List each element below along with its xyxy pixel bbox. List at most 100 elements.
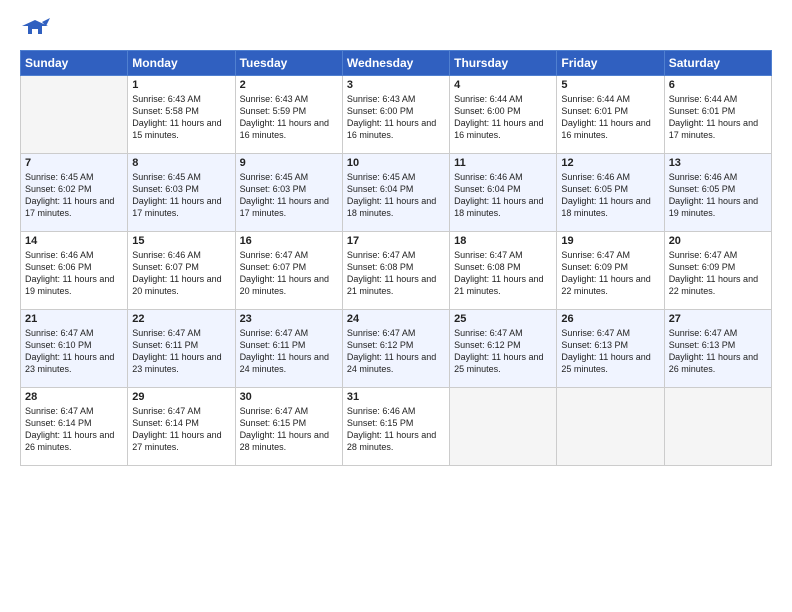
calendar-cell: 14 Sunrise: 6:46 AMSunset: 6:06 PMDayligh… <box>21 232 128 310</box>
calendar-cell: 31 Sunrise: 6:46 AMSunset: 6:15 PMDayligh… <box>342 388 449 466</box>
week-row-3: 14 Sunrise: 6:46 AMSunset: 6:06 PMDayligh… <box>21 232 772 310</box>
calendar-cell: 23Sunrise: 6:47 AMSunset: 6:11 PMDayligh… <box>235 310 342 388</box>
calendar-cell: 25 Sunrise: 6:47 AMSunset: 6:12 PMDayligh… <box>450 310 557 388</box>
calendar-cell: 15Sunrise: 6:46 AMSunset: 6:07 PMDayligh… <box>128 232 235 310</box>
cell-info: Sunrise: 6:44 AMSunset: 6:01 PMDaylight:… <box>561 94 650 140</box>
day-number: 2 <box>240 79 338 91</box>
calendar-cell: 9Sunrise: 6:45 AMSunset: 6:03 PMDaylight… <box>235 154 342 232</box>
cell-info: Sunrise: 6:45 AMSunset: 6:04 PMDaylight:… <box>347 172 436 218</box>
calendar-cell: 28Sunrise: 6:47 AMSunset: 6:14 PMDayligh… <box>21 388 128 466</box>
day-number: 14 <box>25 235 123 247</box>
cell-info: Sunrise: 6:46 AMSunset: 6:06 PMDaylight:… <box>25 250 114 296</box>
calendar-cell: 2 Sunrise: 6:43 AMSunset: 5:59 PMDaylight… <box>235 76 342 154</box>
header-cell-monday: Monday <box>128 51 235 76</box>
day-number: 4 <box>454 79 552 91</box>
calendar-cell: 18Sunrise: 6:47 AMSunset: 6:08 PMDayligh… <box>450 232 557 310</box>
cell-info: Sunrise: 6:45 AMSunset: 6:02 PMDaylight:… <box>25 172 114 218</box>
calendar-cell: 4 Sunrise: 6:44 AMSunset: 6:00 PMDaylight… <box>450 76 557 154</box>
calendar-cell <box>664 388 771 466</box>
day-number: 22 <box>132 313 230 325</box>
day-number: 30 <box>240 391 338 403</box>
calendar-cell: 12 Sunrise: 6:46 AMSunset: 6:05 PMDayligh… <box>557 154 664 232</box>
cell-info: Sunrise: 6:47 AMSunset: 6:13 PMDaylight:… <box>561 328 650 374</box>
day-number: 12 <box>561 157 659 169</box>
calendar-cell: 10 Sunrise: 6:45 AMSunset: 6:04 PMDayligh… <box>342 154 449 232</box>
day-number: 31 <box>347 391 445 403</box>
calendar-cell: 29 Sunrise: 6:47 AMSunset: 6:14 PMDayligh… <box>128 388 235 466</box>
cell-info: Sunrise: 6:47 AMSunset: 6:15 PMDaylight:… <box>240 406 329 452</box>
cell-info: Sunrise: 6:47 AMSunset: 6:10 PMDaylight:… <box>25 328 114 374</box>
day-number: 24 <box>347 313 445 325</box>
cell-info: Sunrise: 6:47 AMSunset: 6:09 PMDaylight:… <box>561 250 650 296</box>
header-cell-friday: Friday <box>557 51 664 76</box>
day-number: 16 <box>240 235 338 247</box>
logo-icon <box>20 16 50 40</box>
calendar-cell <box>557 388 664 466</box>
day-number: 17 <box>347 235 445 247</box>
week-row-4: 21 Sunrise: 6:47 AMSunset: 6:10 PMDayligh… <box>21 310 772 388</box>
day-number: 29 <box>132 391 230 403</box>
header-cell-wednesday: Wednesday <box>342 51 449 76</box>
calendar-cell: 5 Sunrise: 6:44 AMSunset: 6:01 PMDaylight… <box>557 76 664 154</box>
cell-info: Sunrise: 6:47 AMSunset: 6:13 PMDaylight:… <box>669 328 758 374</box>
day-number: 20 <box>669 235 767 247</box>
calendar-cell: 6Sunrise: 6:44 AMSunset: 6:01 PMDaylight… <box>664 76 771 154</box>
calendar-cell: 24 Sunrise: 6:47 AMSunset: 6:12 PMDayligh… <box>342 310 449 388</box>
logo <box>20 16 54 40</box>
calendar-cell: 8 Sunrise: 6:45 AMSunset: 6:03 PMDaylight… <box>128 154 235 232</box>
week-row-1: 1Sunrise: 6:43 AMSunset: 5:58 PMDaylight… <box>21 76 772 154</box>
cell-info: Sunrise: 6:47 AMSunset: 6:12 PMDaylight:… <box>347 328 436 374</box>
cell-info: Sunrise: 6:46 AMSunset: 6:15 PMDaylight:… <box>347 406 436 452</box>
cell-info: Sunrise: 6:47 AMSunset: 6:08 PMDaylight:… <box>454 250 543 296</box>
calendar-cell <box>21 76 128 154</box>
cell-info: Sunrise: 6:47 AMSunset: 6:14 PMDaylight:… <box>25 406 114 452</box>
day-number: 11 <box>454 157 552 169</box>
cell-info: Sunrise: 6:47 AMSunset: 6:11 PMDaylight:… <box>132 328 221 374</box>
calendar-cell <box>450 388 557 466</box>
cell-info: Sunrise: 6:43 AMSunset: 6:00 PMDaylight:… <box>347 94 436 140</box>
day-number: 1 <box>132 79 230 91</box>
day-number: 8 <box>132 157 230 169</box>
header-cell-saturday: Saturday <box>664 51 771 76</box>
day-number: 23 <box>240 313 338 325</box>
cell-info: Sunrise: 6:47 AMSunset: 6:09 PMDaylight:… <box>669 250 758 296</box>
day-number: 21 <box>25 313 123 325</box>
cell-info: Sunrise: 6:46 AMSunset: 6:05 PMDaylight:… <box>669 172 758 218</box>
week-row-5: 28Sunrise: 6:47 AMSunset: 6:14 PMDayligh… <box>21 388 772 466</box>
calendar-cell: 1Sunrise: 6:43 AMSunset: 5:58 PMDaylight… <box>128 76 235 154</box>
cell-info: Sunrise: 6:44 AMSunset: 6:00 PMDaylight:… <box>454 94 543 140</box>
day-number: 5 <box>561 79 659 91</box>
cell-info: Sunrise: 6:47 AMSunset: 6:08 PMDaylight:… <box>347 250 436 296</box>
day-number: 10 <box>347 157 445 169</box>
page: SundayMondayTuesdayWednesdayThursdayFrid… <box>0 0 792 612</box>
header <box>20 16 772 40</box>
calendar-cell: 11 Sunrise: 6:46 AMSunset: 6:04 PMDayligh… <box>450 154 557 232</box>
cell-info: Sunrise: 6:45 AMSunset: 6:03 PMDaylight:… <box>132 172 221 218</box>
header-cell-thursday: Thursday <box>450 51 557 76</box>
day-number: 25 <box>454 313 552 325</box>
day-number: 9 <box>240 157 338 169</box>
day-number: 26 <box>561 313 659 325</box>
day-number: 15 <box>132 235 230 247</box>
calendar-cell: 19Sunrise: 6:47 AMSunset: 6:09 PMDayligh… <box>557 232 664 310</box>
header-cell-tuesday: Tuesday <box>235 51 342 76</box>
cell-info: Sunrise: 6:47 AMSunset: 6:14 PMDaylight:… <box>132 406 221 452</box>
cell-info: Sunrise: 6:46 AMSunset: 6:05 PMDaylight:… <box>561 172 650 218</box>
cell-info: Sunrise: 6:47 AMSunset: 6:07 PMDaylight:… <box>240 250 329 296</box>
cell-info: Sunrise: 6:46 AMSunset: 6:04 PMDaylight:… <box>454 172 543 218</box>
day-number: 7 <box>25 157 123 169</box>
cell-info: Sunrise: 6:44 AMSunset: 6:01 PMDaylight:… <box>669 94 758 140</box>
calendar-cell: 20 Sunrise: 6:47 AMSunset: 6:09 PMDayligh… <box>664 232 771 310</box>
calendar-cell: 21 Sunrise: 6:47 AMSunset: 6:10 PMDayligh… <box>21 310 128 388</box>
week-row-2: 7 Sunrise: 6:45 AMSunset: 6:02 PMDaylight… <box>21 154 772 232</box>
cell-info: Sunrise: 6:43 AMSunset: 5:59 PMDaylight:… <box>240 94 329 140</box>
day-number: 13 <box>669 157 767 169</box>
day-number: 27 <box>669 313 767 325</box>
calendar-cell: 17 Sunrise: 6:47 AMSunset: 6:08 PMDayligh… <box>342 232 449 310</box>
calendar-cell: 26 Sunrise: 6:47 AMSunset: 6:13 PMDayligh… <box>557 310 664 388</box>
day-number: 3 <box>347 79 445 91</box>
header-row: SundayMondayTuesdayWednesdayThursdayFrid… <box>21 51 772 76</box>
calendar-cell: 3 Sunrise: 6:43 AMSunset: 6:00 PMDaylight… <box>342 76 449 154</box>
calendar-cell: 7 Sunrise: 6:45 AMSunset: 6:02 PMDaylight… <box>21 154 128 232</box>
cell-info: Sunrise: 6:47 AMSunset: 6:12 PMDaylight:… <box>454 328 543 374</box>
